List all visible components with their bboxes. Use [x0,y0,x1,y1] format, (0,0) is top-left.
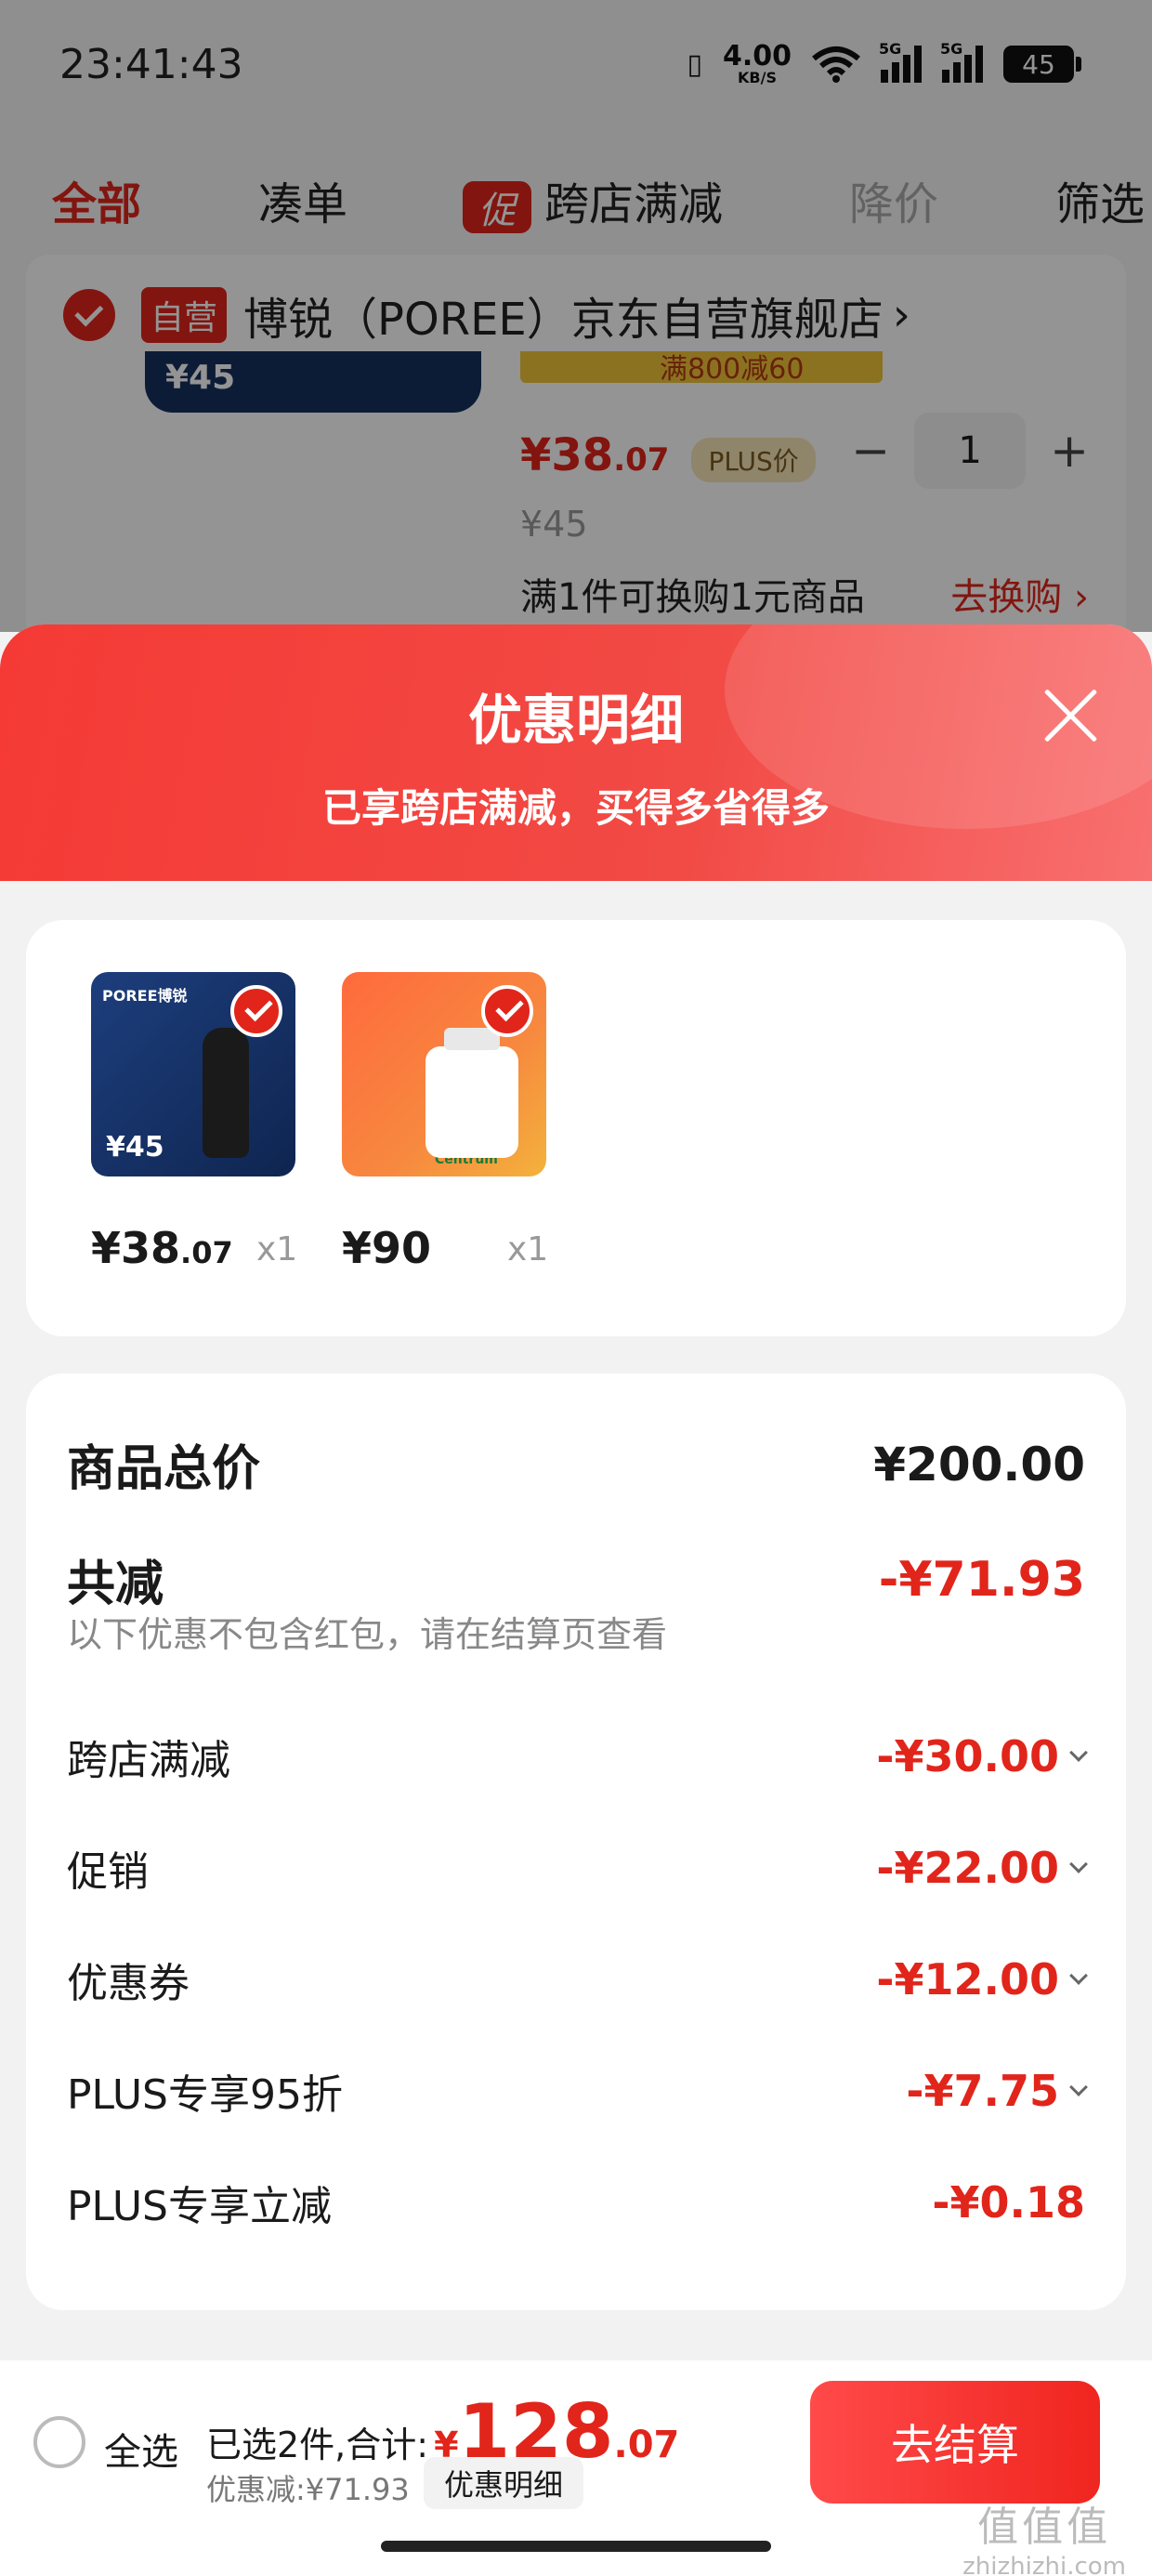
discount-amount: -¥30.00 [876,1731,1059,1781]
price-dec: .07 [180,1235,233,1270]
total-price-row: 商品总价 ¥200.00 [67,1429,1085,1499]
discount-label: 跨店满减 [67,1737,230,1784]
total-price-value: ¥200.00 [873,1437,1085,1492]
total-price-label: 商品总价 [67,1441,261,1497]
home-indicator[interactable] [381,2541,771,2552]
sheet-subtitle: 已享跨店满减，买得多省得多 [321,785,830,831]
total-reduction-label: 共减 [67,1557,164,1612]
discount-row-coupon[interactable]: 优惠券 -¥12.00 [67,1950,1088,2009]
discount-row-cross-store[interactable]: 跨店满减 -¥30.00 [67,1727,1088,1786]
discount-note: 以下优惠不包含红包，请在结算页查看 [67,1614,668,1655]
select-all-label[interactable]: 全选 [104,2422,178,2476]
discount-value: -¥12.00 [876,1954,1088,2004]
total-amount-dec: .07 [613,2424,680,2466]
chevron-down-icon[interactable] [1069,2078,1088,2096]
discount-detail-sheet: 优惠明细 已享跨店满减，买得多省得多 POREE博锐 ¥45 Centrum ¥… [0,624,1152,2576]
product-price-2: ¥90 [342,1223,431,1273]
select-all-checkbox[interactable] [33,2416,85,2468]
product-qty-2: x1 [507,1230,549,1268]
discount-label: PLUS专享95折 [67,2071,343,2119]
price-symbol: ¥ [91,1223,122,1273]
shaver-icon [203,1028,249,1158]
modal-backdrop[interactable] [0,0,1152,632]
product-brand-label: POREE博锐 [102,987,188,1005]
selected-count-text: 已选2件,合计: [206,2425,429,2465]
product-qty-1: x1 [256,1230,298,1268]
price-int: 90 [372,1223,432,1273]
discount-label: PLUS专享立减 [67,2183,332,2230]
close-icon[interactable] [1041,686,1100,745]
total-reduction-value: -¥71.93 [878,1551,1085,1608]
sheet-title: 优惠明细 [467,689,684,752]
discount-label: 优惠券 [67,1960,190,2007]
chevron-down-icon[interactable] [1069,1855,1088,1873]
selected-check-icon [230,985,282,1037]
chevron-down-icon[interactable] [1069,1966,1088,1985]
price-breakdown-card: 商品总价 ¥200.00 共减 -¥71.93 以下优惠不包含红包，请在结算页查… [26,1373,1126,2310]
discount-value: -¥22.00 [876,1843,1088,1893]
selected-products-card: POREE博锐 ¥45 Centrum ¥38.07 x1 ¥90 x1 [26,920,1126,1336]
selected-check-icon [481,985,533,1037]
watermark: 值值值 zhizhizhi.com [962,2504,1126,2576]
product-price-1: ¥38.07 [91,1223,233,1273]
product-thumb-price: ¥45 [106,1131,164,1163]
saved-amount: 优惠减:¥71.93 [206,2472,410,2507]
price-symbol: ¥ [342,1223,373,1273]
price-int: 38 [121,1223,181,1273]
watermark-url: zhizhizhi.com [962,2552,1126,2576]
sheet-header: 优惠明细 已享跨店满减，买得多省得多 [0,624,1152,881]
discount-value: -¥7.75 [906,2066,1088,2116]
total-reduction-row: 共减 -¥71.93 [67,1544,1085,1614]
discount-detail-button[interactable]: 优惠明细 [424,2457,584,2509]
checkout-button[interactable]: 去结算 [810,2381,1100,2504]
discount-label: 促销 [67,1848,149,1896]
discount-row-promotion[interactable]: 促销 -¥22.00 [67,1838,1088,1898]
bottle-icon [425,1028,518,1158]
discount-amount: -¥0.18 [932,2177,1085,2228]
watermark-logo: 值值值 [977,2504,1112,2551]
discount-amount: -¥22.00 [876,1843,1059,1893]
product-image-shaver[interactable]: POREE博锐 ¥45 [91,972,295,1176]
product-image-vitamin[interactable]: Centrum [342,972,546,1176]
discount-amount: -¥12.00 [876,1954,1059,2004]
discount-row-plus95[interactable]: PLUS专享95折 -¥7.75 [67,2061,1088,2121]
discount-value: -¥0.18 [932,2177,1085,2228]
discount-amount: -¥7.75 [906,2066,1059,2116]
discount-row-plus-instant: PLUS专享立减 -¥0.18 [67,2173,1085,2232]
chevron-down-icon[interactable] [1069,1743,1088,1762]
discount-value: -¥30.00 [876,1731,1088,1781]
